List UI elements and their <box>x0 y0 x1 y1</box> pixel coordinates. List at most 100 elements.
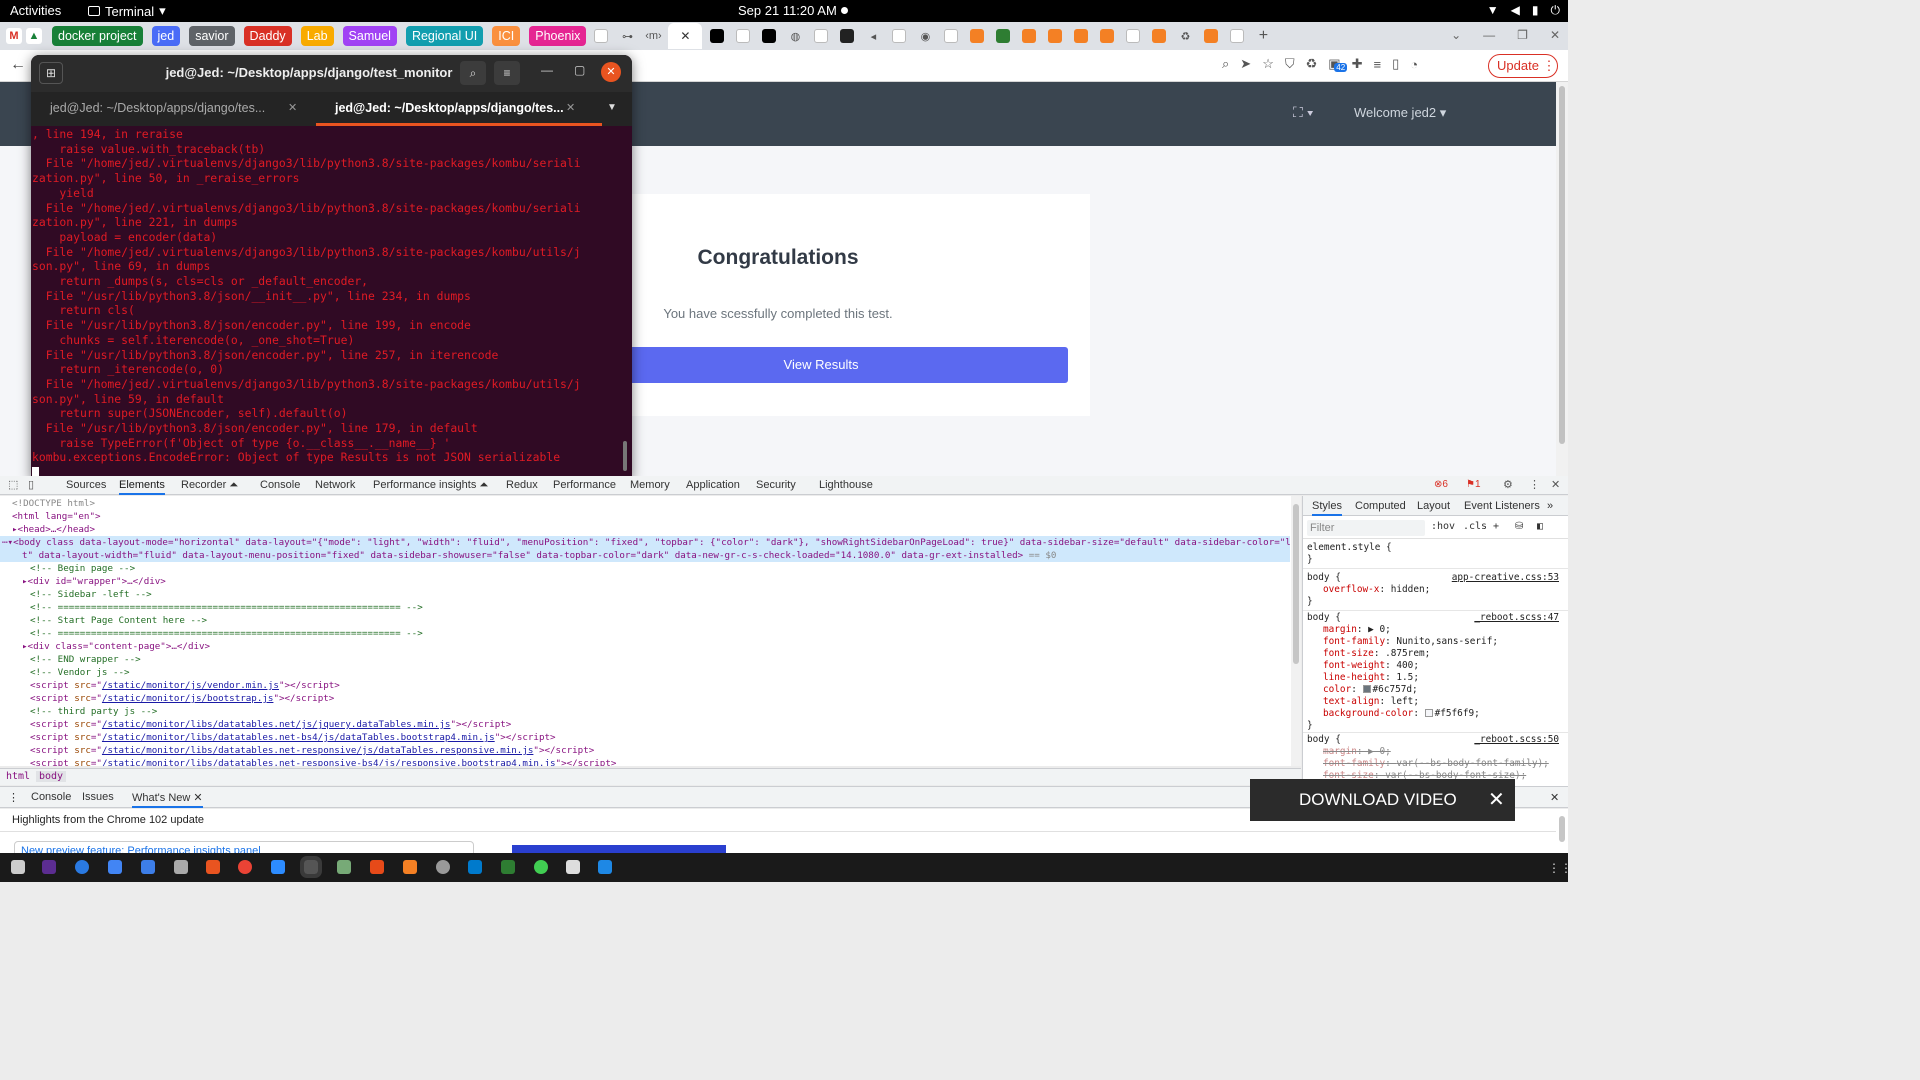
devtools-tab-network[interactable]: Network <box>315 479 355 491</box>
devtools-tab-lighthouse[interactable]: Lighthouse <box>819 479 873 491</box>
devtools-tab-performance[interactable]: Performance <box>553 479 616 491</box>
breadcrumb-html[interactable]: html <box>6 771 30 782</box>
terminal-output[interactable]: , line 194, in reraise raise value.with_… <box>31 126 632 479</box>
style-declaration[interactable]: line-height: 1.5; <box>1307 672 1559 684</box>
download-video-overlay[interactable]: DOWNLOAD VIDEO ✕ <box>1250 779 1515 821</box>
tab-group[interactable]: ICI <box>492 26 521 46</box>
comment-node[interactable]: <!-- ===================================… <box>30 601 423 614</box>
tab-search-icon[interactable]: ⌄ <box>1451 28 1461 42</box>
tab-group[interactable]: savior <box>189 26 235 46</box>
clock[interactable]: Sep 21 11:20 AM <box>738 3 837 18</box>
rule-selector[interactable]: body {app-creative.css:53 <box>1307 572 1559 584</box>
taskbar-app-icon[interactable] <box>141 860 155 874</box>
minimize-icon[interactable]: — <box>541 63 553 77</box>
help-icon[interactable] <box>75 860 89 874</box>
update-button[interactable]: Update ⋮ <box>1488 54 1558 78</box>
body-node-continued[interactable]: t" data-layout-width="fluid" data-layout… <box>0 549 1290 562</box>
tab-medium-3[interactable] <box>836 26 858 46</box>
tab-group[interactable]: Daddy <box>243 26 292 46</box>
terminal-tab-2[interactable]: jed@Jed: ~/Desktop/apps/django/tes... ✕ <box>316 92 602 126</box>
close-tab-icon[interactable]: ✕ <box>566 92 575 124</box>
rule-selector[interactable]: body {_reboot.scss:47 <box>1307 612 1559 624</box>
tab-code[interactable]: ‹m› <box>642 26 664 46</box>
bookmark-star-icon[interactable]: ☆ <box>1262 56 1274 72</box>
html-node[interactable]: <html lang="en"> <box>12 510 101 523</box>
style-declaration[interactable]: color: #6c757d; <box>1307 684 1559 696</box>
comment-node[interactable]: <!-- Sidebar -left --> <box>30 588 152 601</box>
hover-state-toggle[interactable]: :hov <box>1431 521 1455 532</box>
rule-selector[interactable]: body {_reboot.scss:50 <box>1307 734 1559 746</box>
drawer-tab-whats-new[interactable]: What's New ✕ <box>132 791 203 808</box>
rule-source-link[interactable]: _reboot.scss:47 <box>1474 612 1559 624</box>
color-swatch[interactable] <box>1424 709 1433 717</box>
rule-source-link[interactable]: _reboot.scss:50 <box>1474 734 1559 746</box>
user-menu[interactable]: Welcome jed2 ▾ <box>1354 105 1446 121</box>
taskbar-app-icon[interactable] <box>108 860 122 874</box>
devtools-tab-application[interactable]: Application <box>686 479 740 491</box>
system-tray[interactable]: ▼ ◀ ▮ ⏻ <box>1487 3 1560 18</box>
tab-google-3[interactable] <box>810 26 832 46</box>
qt-icon[interactable] <box>534 860 548 874</box>
comment-node[interactable]: <!-- ===================================… <box>30 627 423 640</box>
add-rule-icon[interactable]: + <box>1493 521 1499 532</box>
chrome-icon[interactable] <box>238 860 252 874</box>
spreadsheet-icon[interactable] <box>501 860 515 874</box>
profile-avatar[interactable]: ◔ <box>1410 57 1418 72</box>
settings-gear-icon[interactable]: ⚙ <box>1503 478 1513 491</box>
elements-scroll-thumb[interactable] <box>1293 504 1299 664</box>
devtools-tab-console[interactable]: Console <box>260 479 300 491</box>
script-node[interactable]: <script src="/static/monitor/js/bootstra… <box>30 692 334 705</box>
search-icon[interactable]: ⌕ <box>460 61 486 85</box>
software-center-icon[interactable] <box>206 860 220 874</box>
minimize-icon[interactable]: — <box>1483 28 1495 42</box>
tab-recycle[interactable]: ♻ <box>1174 26 1196 46</box>
tab-group[interactable]: Samuel <box>342 26 397 46</box>
script-node[interactable]: <script src="/static/monitor/libs/datata… <box>30 718 511 731</box>
tab-group[interactable]: Lab <box>300 26 334 46</box>
script-src-link[interactable]: /static/monitor/js/vendor.min.js <box>102 680 279 691</box>
style-declaration[interactable]: overflow-x: hidden; <box>1307 584 1559 596</box>
breadcrumb-body[interactable]: body <box>36 771 67 782</box>
error-count-badge[interactable]: ⊗6 <box>1434 479 1448 490</box>
devtools-tab-security[interactable]: Security <box>756 479 796 491</box>
extension-recycle-icon[interactable]: ♻ <box>1306 56 1318 72</box>
active-tab[interactable]: ✕ <box>668 23 703 49</box>
inspect-icon[interactable]: ⬚ <box>8 478 18 491</box>
device-toolbar-icon[interactable]: ▯ <box>28 478 34 491</box>
vim-icon[interactable] <box>566 860 580 874</box>
tab-so-3[interactable] <box>1044 26 1066 46</box>
style-declaration[interactable]: font-size: .875rem; <box>1307 648 1559 660</box>
script-src-link[interactable]: /static/monitor/libs/datatables.net/js/j… <box>102 719 450 730</box>
sidebar-toggle-icon[interactable]: ◧ <box>1537 521 1543 532</box>
tab-medium-2[interactable] <box>758 26 780 46</box>
tab-so-6[interactable] <box>1148 26 1170 46</box>
maximize-icon[interactable]: ❐ <box>1517 28 1528 42</box>
style-declaration[interactable]: background-color: #f5f6f9; <box>1307 708 1559 720</box>
back-arrow-icon[interactable]: ← <box>10 56 26 74</box>
extension-badge-icon[interactable]: ▣42 <box>1328 56 1348 72</box>
close-icon[interactable]: ✕ <box>601 62 621 82</box>
style-declaration[interactable]: font-weight: 400; <box>1307 660 1559 672</box>
send-icon[interactable]: ➤ <box>1240 56 1251 72</box>
tab-group[interactable]: jed <box>151 26 181 46</box>
tab-so-1[interactable] <box>966 26 988 46</box>
show-apps-icon[interactable]: ⋮⋮ <box>1548 861 1568 875</box>
drive-icon[interactable]: ▲ <box>26 28 42 44</box>
taskbar-app-icon[interactable] <box>337 860 351 874</box>
zoom-app-icon[interactable] <box>271 860 285 874</box>
tab-google-4[interactable] <box>888 26 910 46</box>
tab-google-2[interactable] <box>732 26 754 46</box>
tab-group[interactable]: Phoenix <box>529 26 587 46</box>
style-declaration[interactable]: margin: ▶ 0; <box>1307 624 1559 636</box>
tab-audio[interactable]: ◂ <box>862 26 884 46</box>
drawer-tab-issues[interactable]: Issues <box>82 791 114 803</box>
style-declaration[interactable]: margin: ▶ 0; <box>1307 746 1559 758</box>
script-src-link[interactable]: /static/monitor/libs/datatables.net-resp… <box>102 745 533 756</box>
tab-so-5[interactable] <box>1096 26 1118 46</box>
drawer-scrollbar[interactable] <box>1558 812 1566 852</box>
hamburger-menu-icon[interactable]: ≡ <box>494 61 520 85</box>
warning-count-badge[interactable]: ⚑1 <box>1466 479 1481 490</box>
more-tabs-icon[interactable]: » <box>1547 500 1553 512</box>
devtools-tab-sources[interactable]: Sources <box>66 479 106 491</box>
elements-panel[interactable]: <!DOCTYPE html> <html lang="en"> ▸<head>… <box>0 496 1301 766</box>
